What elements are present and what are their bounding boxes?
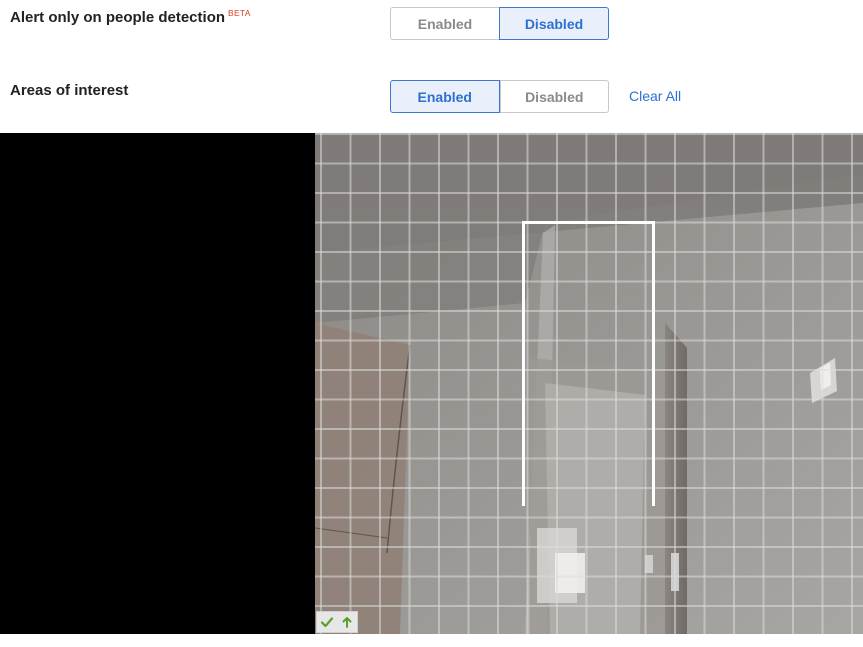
area-of-interest-selection[interactable] [522,221,655,506]
beta-badge: BETA [228,8,251,18]
people-detection-disabled-button[interactable]: Disabled [499,7,609,40]
areas-of-interest-disabled-button[interactable]: Disabled [499,80,609,113]
clear-all-link[interactable]: Clear All [629,88,681,104]
areas-of-interest-enabled-button[interactable]: Enabled [390,80,500,113]
viewer-toolbar [316,611,358,633]
check-icon[interactable] [320,615,334,629]
areas-of-interest-toggle: Enabled Disabled [390,80,609,113]
areas-of-interest-label: Areas of interest [10,82,128,99]
upload-arrow-icon[interactable] [340,615,354,629]
areas-of-interest-label-text: Areas of interest [10,82,129,99]
people-detection-toggle: Enabled Disabled [390,7,609,40]
people-detection-label-text: Alert only on people detection [10,9,226,26]
people-detection-label: Alert only on people detection [10,9,225,26]
people-detection-enabled-button[interactable]: Enabled [390,7,499,40]
